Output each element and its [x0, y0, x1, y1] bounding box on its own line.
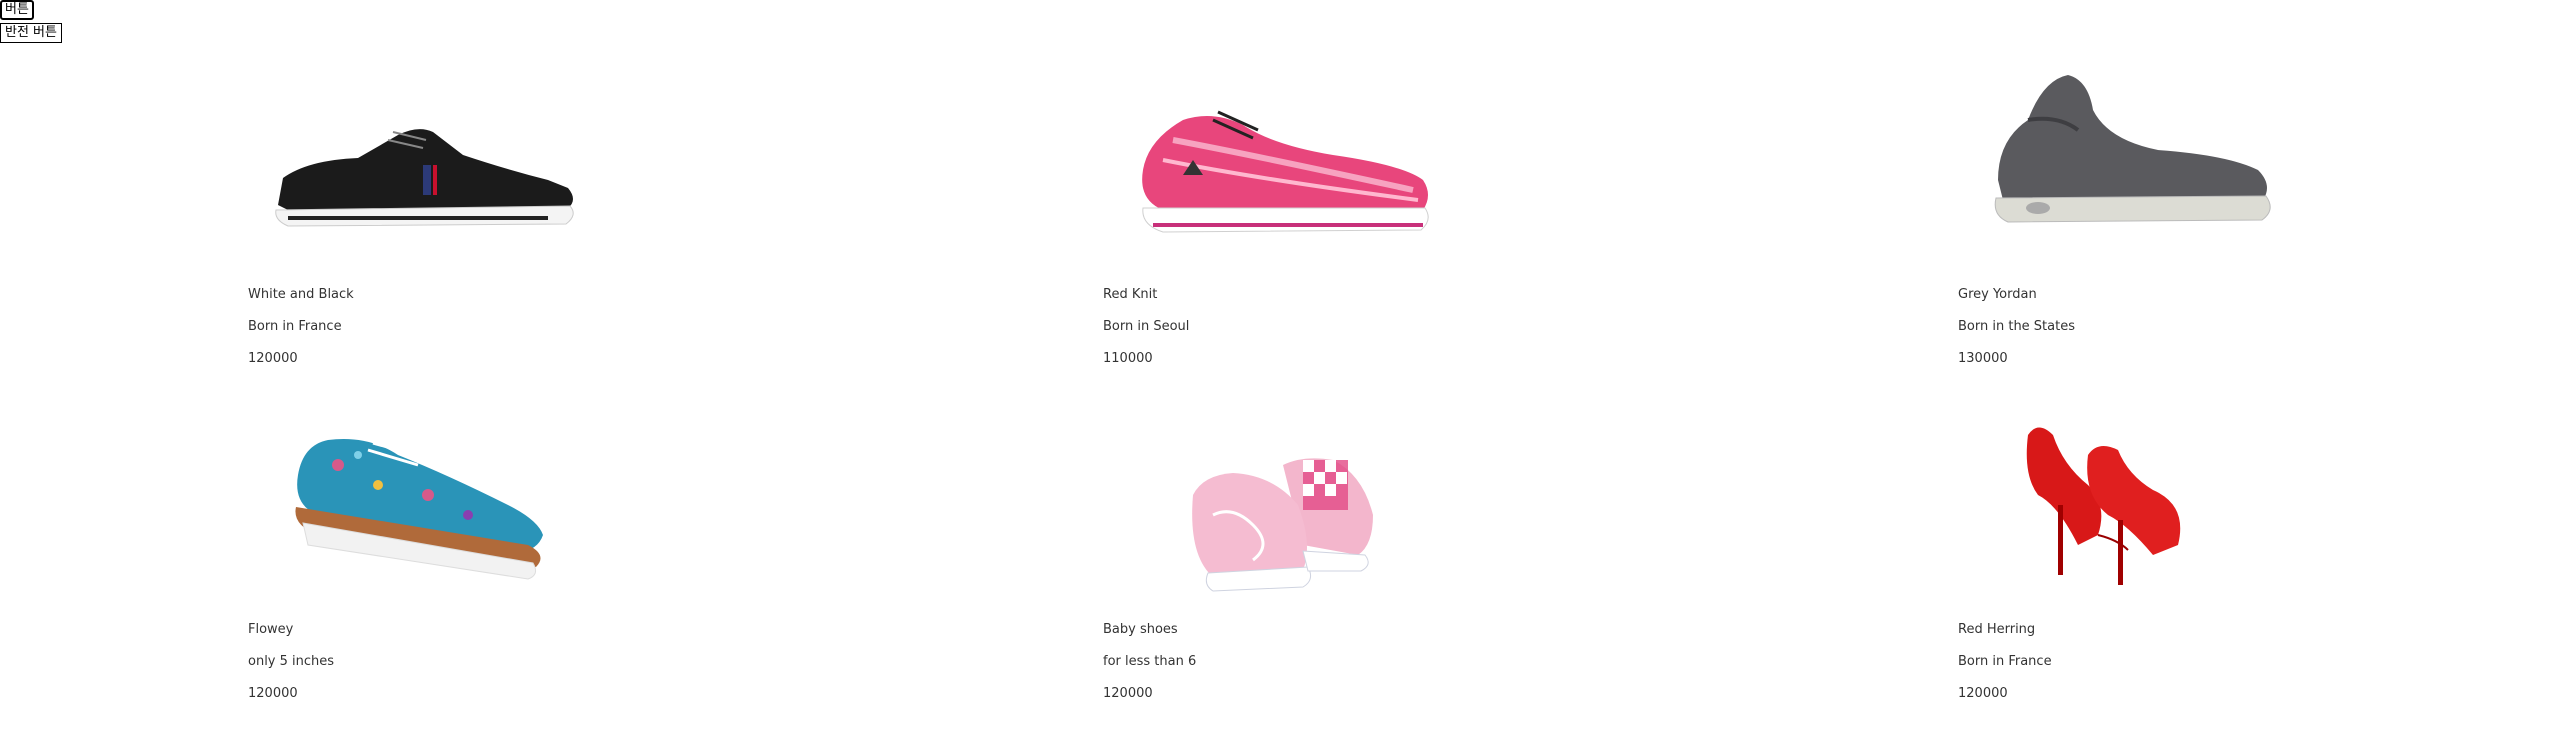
product-origin: Born in the States: [1958, 319, 2075, 334]
product-card[interactable]: Red Knit Born in Seoul 110000: [1103, 60, 1958, 395]
toggle-button[interactable]: 버튼: [0, 0, 34, 20]
product-card[interactable]: White and Black Born in France 120000: [248, 60, 1103, 395]
product-origin: Born in France: [248, 319, 342, 334]
product-origin: Born in France: [1958, 654, 2052, 669]
product-card[interactable]: Red Herring Born in France 120000: [1958, 395, 2548, 730]
product-image[interactable]: [1103, 60, 1483, 290]
red-heels-icon: [2026, 427, 2181, 585]
running-shoe-pink-icon: [1142, 110, 1429, 233]
product-image[interactable]: [248, 395, 628, 625]
product-price: 120000: [248, 686, 298, 701]
product-origin: for less than 6: [1103, 654, 1197, 669]
product-name: Red Knit: [1103, 287, 1158, 302]
product-card[interactable]: Flowey only 5 inches 120000: [248, 395, 1103, 730]
product-name: Flowey: [248, 622, 294, 637]
slip-on-pink-icon: [1192, 458, 1373, 592]
high-top-grey-icon: [1994, 75, 2271, 223]
product-name: Grey Yordan: [1958, 287, 2037, 302]
button-group: 버튼 반전 버튼: [0, 0, 62, 43]
product-image[interactable]: [1103, 395, 1483, 625]
product-grid: White and Black Born in France 120000 Re…: [248, 60, 2548, 730]
product-name: White and Black: [248, 287, 354, 302]
product-price: 120000: [1103, 686, 1153, 701]
product-price: 120000: [1958, 686, 2008, 701]
product-origin: Born in Seoul: [1103, 319, 1190, 334]
product-image[interactable]: [248, 60, 628, 290]
product-image[interactable]: [1958, 395, 2338, 625]
product-name: Baby shoes: [1103, 622, 1178, 637]
product-price: 130000: [1958, 351, 2008, 366]
product-image[interactable]: [1958, 60, 2338, 290]
product-origin: only 5 inches: [248, 654, 335, 669]
product-card[interactable]: Grey Yordan Born in the States 130000: [1958, 60, 2548, 395]
product-price: 120000: [248, 351, 298, 366]
floral-shoe-blue-icon: [295, 435, 543, 580]
product-price: 110000: [1103, 351, 1153, 366]
sneaker-black-icon: [275, 129, 574, 227]
product-name: Red Herring: [1958, 622, 2036, 637]
reverse-button[interactable]: 반전 버튼: [0, 23, 62, 43]
product-card[interactable]: Baby shoes for less than 6 120000: [1103, 395, 1958, 730]
